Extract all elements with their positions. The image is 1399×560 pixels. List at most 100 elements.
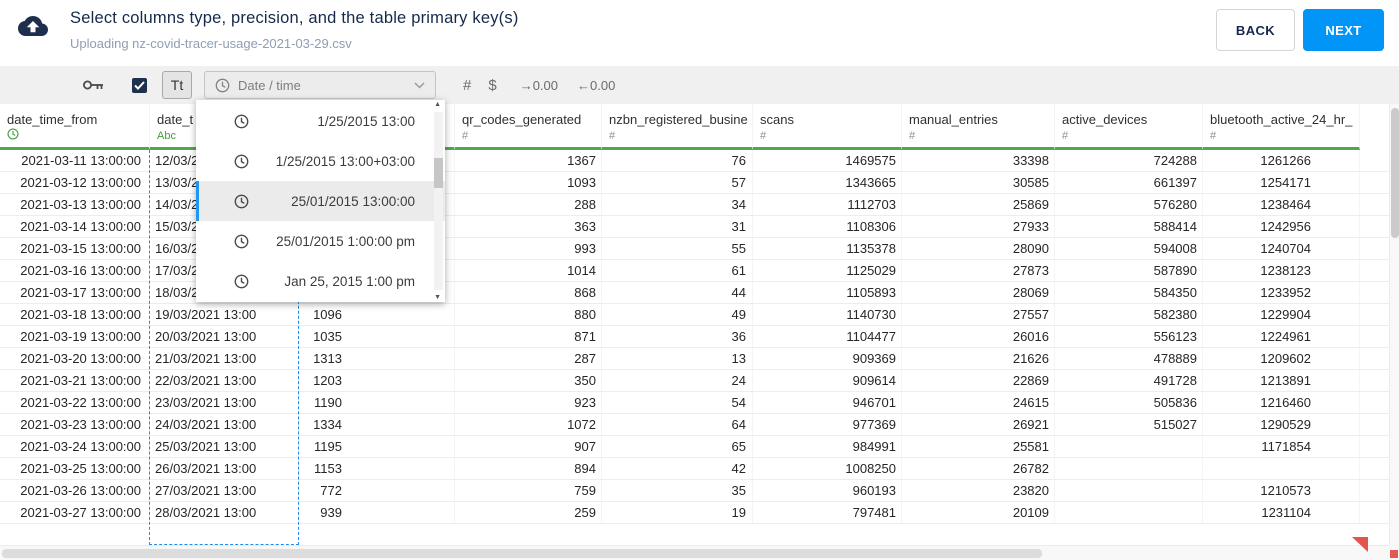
table-cell[interactable]: 1171854 (1203, 436, 1360, 457)
dropdown-item[interactable]: 1/25/2015 13:00+03:00 (196, 141, 445, 181)
table-cell[interactable]: 1216460 (1203, 392, 1360, 413)
table-cell[interactable]: 26921 (902, 414, 1055, 435)
table-cell[interactable]: 1190 (299, 392, 455, 413)
table-cell[interactable]: 1238123 (1203, 260, 1360, 281)
table-cell[interactable]: 515027 (1055, 414, 1203, 435)
table-cell[interactable]: 24 (602, 370, 753, 391)
table-cell[interactable]: 1240704 (1203, 238, 1360, 259)
vertical-scrollbar-thumb[interactable] (1391, 108, 1399, 238)
header-cell[interactable]: nzbn_registered_busine # (602, 104, 753, 150)
table-cell[interactable]: 2021-03-22 13:00:00 (0, 392, 150, 413)
table-cell[interactable]: 2021-03-12 13:00:00 (0, 172, 150, 193)
dropdown-scroll-up-icon[interactable]: ▲ (434, 101, 441, 108)
table-cell[interactable]: 22869 (902, 370, 1055, 391)
table-cell[interactable]: 1242956 (1203, 216, 1360, 237)
table-cell[interactable]: 2021-03-23 13:00:00 (0, 414, 150, 435)
table-cell[interactable]: 478889 (1055, 348, 1203, 369)
table-cell[interactable]: 33398 (902, 150, 1055, 171)
table-cell[interactable]: 34 (602, 194, 753, 215)
table-cell[interactable]: 28/03/2021 13:00 (150, 502, 299, 523)
table-cell[interactable]: 1140730 (753, 304, 902, 325)
next-button[interactable]: NEXT (1303, 9, 1384, 51)
table-cell[interactable]: 960193 (753, 480, 902, 501)
table-cell[interactable]: 1261266 (1203, 150, 1360, 171)
table-cell[interactable]: 1231104 (1203, 502, 1360, 523)
table-cell[interactable] (1055, 458, 1203, 479)
table-cell[interactable]: 1112703 (753, 194, 902, 215)
table-cell[interactable]: 2021-03-13 13:00:00 (0, 194, 150, 215)
decrease-decimals-button[interactable]: ←0.00 (577, 78, 615, 93)
table-cell[interactable]: 556123 (1055, 326, 1203, 347)
table-cell[interactable]: 44 (602, 282, 753, 303)
table-cell[interactable]: 23/03/2021 13:00 (150, 392, 299, 413)
table-cell[interactable] (1055, 502, 1203, 523)
table-cell[interactable]: 587890 (1055, 260, 1203, 281)
table-cell[interactable]: 27557 (902, 304, 1055, 325)
table-cell[interactable]: 880 (455, 304, 602, 325)
table-cell[interactable]: 1104477 (753, 326, 902, 347)
header-cell[interactable]: scans # (753, 104, 902, 150)
table-cell[interactable]: 1203 (299, 370, 455, 391)
table-cell[interactable]: 24/03/2021 13:00 (150, 414, 299, 435)
table-cell[interactable] (1055, 436, 1203, 457)
table-cell[interactable]: 13 (602, 348, 753, 369)
table-cell[interactable]: 30585 (902, 172, 1055, 193)
table-cell[interactable]: 19 (602, 502, 753, 523)
table-cell[interactable]: 28069 (902, 282, 1055, 303)
table-cell[interactable]: 19/03/2021 13:00 (150, 304, 299, 325)
table-cell[interactable]: 939 (299, 502, 455, 523)
table-cell[interactable]: 55 (602, 238, 753, 259)
table-cell[interactable]: 576280 (1055, 194, 1203, 215)
table-cell[interactable]: 1290529 (1203, 414, 1360, 435)
table-cell[interactable]: 1313 (299, 348, 455, 369)
horizontal-scrollbar-thumb[interactable] (2, 549, 1042, 558)
datetime-format-select[interactable]: Date / time (204, 71, 436, 99)
table-cell[interactable]: 54 (602, 392, 753, 413)
table-cell[interactable]: 259 (455, 502, 602, 523)
table-cell[interactable] (1203, 458, 1360, 479)
table-cell[interactable]: 759 (455, 480, 602, 501)
table-cell[interactable]: 2021-03-27 13:00:00 (0, 502, 150, 523)
table-cell[interactable]: 2021-03-25 13:00:00 (0, 458, 150, 479)
table-cell[interactable]: 2021-03-24 13:00:00 (0, 436, 150, 457)
table-cell[interactable]: 22/03/2021 13:00 (150, 370, 299, 391)
table-cell[interactable]: 363 (455, 216, 602, 237)
table-cell[interactable]: 1035 (299, 326, 455, 347)
table-cell[interactable]: 1229904 (1203, 304, 1360, 325)
table-cell[interactable]: 27933 (902, 216, 1055, 237)
table-cell[interactable]: 26016 (902, 326, 1055, 347)
table-cell[interactable]: 1334 (299, 414, 455, 435)
table-cell[interactable]: 28090 (902, 238, 1055, 259)
table-cell[interactable]: 1367 (455, 150, 602, 171)
table-cell[interactable] (1055, 480, 1203, 501)
table-cell[interactable]: 2021-03-16 13:00:00 (0, 260, 150, 281)
table-cell[interactable]: 1224961 (1203, 326, 1360, 347)
dropdown-scroll-down-icon[interactable]: ▼ (434, 294, 441, 301)
table-cell[interactable]: 25581 (902, 436, 1055, 457)
dropdown-scrollbar-thumb[interactable] (434, 158, 443, 188)
table-cell[interactable]: 20109 (902, 502, 1055, 523)
table-cell[interactable]: 288 (455, 194, 602, 215)
header-cell[interactable]: active_devices # (1055, 104, 1203, 150)
table-cell[interactable]: 772 (299, 480, 455, 501)
table-cell[interactable]: 26782 (902, 458, 1055, 479)
table-cell[interactable]: 588414 (1055, 216, 1203, 237)
table-cell[interactable]: 993 (455, 238, 602, 259)
table-cell[interactable]: 350 (455, 370, 602, 391)
table-cell[interactable]: 35 (602, 480, 753, 501)
table-cell[interactable]: 1125029 (753, 260, 902, 281)
table-cell[interactable]: 1195 (299, 436, 455, 457)
dropdown-item[interactable]: 1/25/2015 13:00 (196, 101, 445, 141)
table-cell[interactable]: 946701 (753, 392, 902, 413)
table-cell[interactable]: 27/03/2021 13:00 (150, 480, 299, 501)
table-cell[interactable]: 2021-03-11 13:00:00 (0, 150, 150, 171)
table-cell[interactable]: 1096 (299, 304, 455, 325)
table-cell[interactable]: 977369 (753, 414, 902, 435)
table-cell[interactable]: 909614 (753, 370, 902, 391)
table-cell[interactable]: 1072 (455, 414, 602, 435)
header-cell[interactable]: date_time_from (0, 104, 150, 150)
table-cell[interactable]: 1008250 (753, 458, 902, 479)
horizontal-scrollbar[interactable] (0, 545, 1389, 560)
table-cell[interactable]: 661397 (1055, 172, 1203, 193)
table-cell[interactable]: 868 (455, 282, 602, 303)
